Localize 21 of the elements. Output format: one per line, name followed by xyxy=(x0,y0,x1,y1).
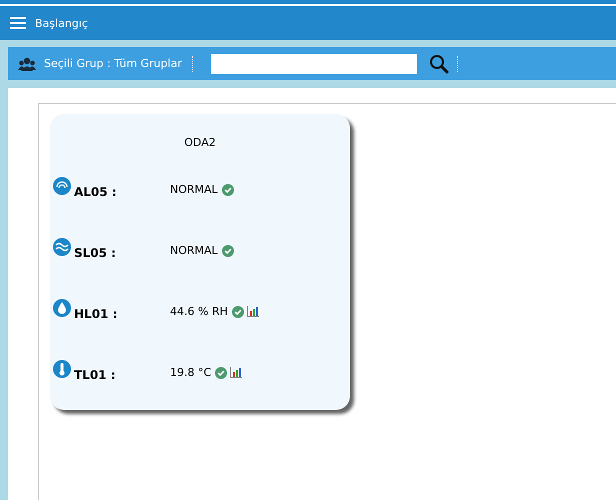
page-title: Başlangıç xyxy=(35,16,88,30)
chart-icon[interactable] xyxy=(246,306,259,317)
signal-icon xyxy=(53,176,71,194)
wave-icon xyxy=(53,238,71,256)
group-icon xyxy=(18,56,36,70)
sensor-value: NORMAL xyxy=(170,244,218,257)
sensor-value: 44.6 % RH xyxy=(170,305,228,318)
search-field[interactable] xyxy=(210,54,417,74)
search-icon[interactable] xyxy=(428,54,449,74)
sensor-value: 19.8 °C xyxy=(170,366,212,379)
room-title: ODA2 xyxy=(183,135,217,151)
chart-icon[interactable] xyxy=(230,367,242,378)
sensor-name: TL01 : xyxy=(74,368,116,382)
drop-icon xyxy=(53,298,71,316)
sensor-name: HL01 : xyxy=(74,306,118,320)
menu-icon[interactable] xyxy=(10,17,26,29)
thermometer-icon xyxy=(53,360,71,378)
sensor-name: AL05 : xyxy=(74,184,117,198)
sensor-name: SL05 : xyxy=(74,246,116,260)
sensor-value: NORMAL xyxy=(170,183,218,196)
group-label: Seçili Grup : Tüm Gruplar xyxy=(44,57,182,70)
